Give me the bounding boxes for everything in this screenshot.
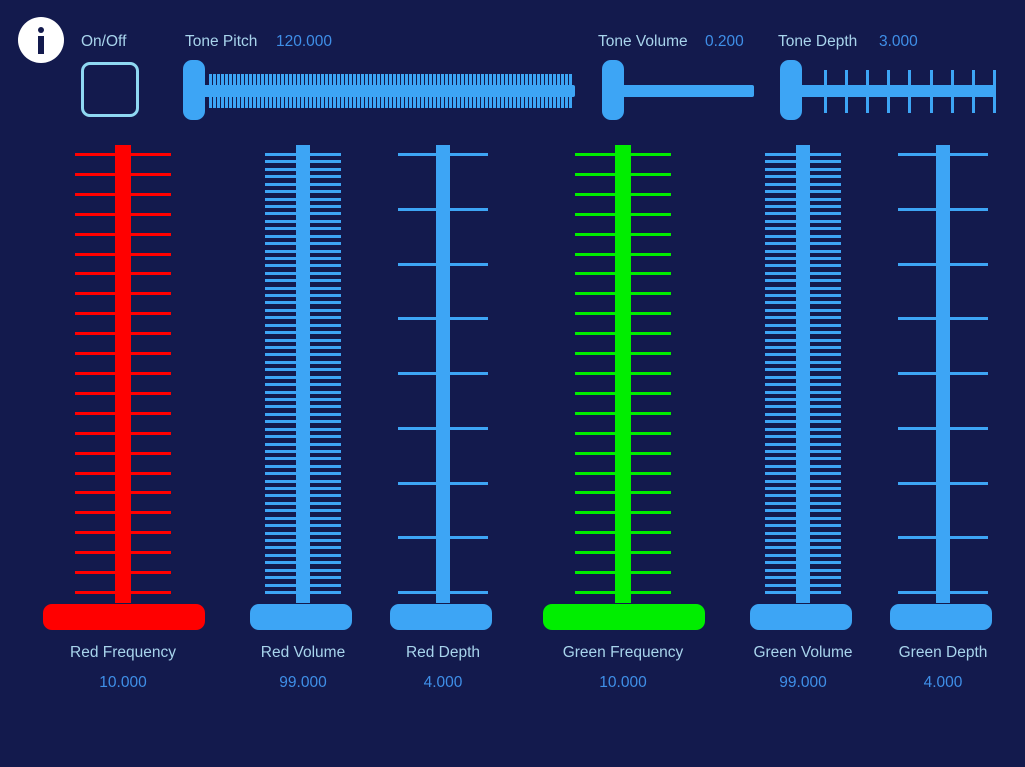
red-depth-value: 4.000 — [423, 674, 463, 691]
tone-depth-label: Tone Depth — [778, 33, 858, 50]
slider-green-volume[interactable]: Green Volume 99.000 — [723, 145, 883, 705]
red-frequency-thumb[interactable] — [43, 604, 205, 630]
slider-red-frequency[interactable]: Red Frequency 10.000 — [43, 145, 205, 705]
tone-volume-value: 0.200 — [705, 33, 744, 50]
green-depth-thumb[interactable] — [890, 604, 992, 630]
green-volume-thumb[interactable] — [750, 604, 852, 630]
green-depth-label: Green Depth — [898, 644, 988, 661]
tone-volume-slider[interactable] — [602, 60, 754, 120]
tone-pitch-slider[interactable] — [183, 60, 575, 120]
red-frequency-value: 10.000 — [99, 674, 147, 691]
tone-depth-slider[interactable] — [780, 60, 996, 120]
green-depth-track[interactable] — [936, 145, 950, 603]
slider-red-depth[interactable]: Red Depth 4.000 — [363, 145, 523, 705]
tone-pitch-track[interactable] — [183, 85, 575, 97]
tone-pitch-thumb[interactable] — [183, 60, 205, 120]
onoff-checkbox[interactable] — [81, 62, 139, 117]
tone-pitch-label: Tone Pitch — [185, 33, 258, 50]
green-frequency-track[interactable] — [615, 145, 631, 603]
tone-depth-thumb[interactable] — [780, 60, 802, 120]
control-panel: On/Off Tone Pitch 120.000 Tone Volume 0.… — [0, 0, 1025, 767]
tone-volume-label: Tone Volume — [598, 33, 688, 50]
tone-volume-thumb[interactable] — [602, 60, 624, 120]
red-volume-value: 99.000 — [279, 674, 327, 691]
info-icon-dot — [38, 27, 44, 33]
tone-depth-value: 3.000 — [879, 33, 918, 50]
red-depth-label: Red Depth — [405, 644, 481, 661]
green-depth-value: 4.000 — [923, 674, 963, 691]
green-volume-label: Green Volume — [753, 644, 853, 661]
slider-green-frequency[interactable]: Green Frequency 10.000 — [543, 145, 705, 705]
red-frequency-track[interactable] — [115, 145, 131, 603]
tone-volume-track[interactable] — [602, 85, 754, 97]
info-icon[interactable] — [18, 17, 64, 63]
green-frequency-thumb[interactable] — [543, 604, 705, 630]
slider-red-volume[interactable]: Red Volume 99.000 — [223, 145, 383, 705]
green-volume-track[interactable] — [796, 145, 810, 603]
red-frequency-label: Red Frequency — [70, 644, 176, 661]
onoff-label: On/Off — [81, 33, 127, 50]
red-depth-track[interactable] — [436, 145, 450, 603]
green-frequency-label: Green Frequency — [562, 644, 684, 661]
red-depth-thumb[interactable] — [390, 604, 492, 630]
tone-pitch-value: 120.000 — [276, 33, 333, 50]
green-frequency-value: 10.000 — [599, 674, 647, 691]
tone-depth-track[interactable] — [780, 85, 996, 97]
slider-green-depth[interactable]: Green Depth 4.000 — [863, 145, 1023, 705]
green-volume-value: 99.000 — [779, 674, 827, 691]
red-volume-thumb[interactable] — [250, 604, 352, 630]
red-volume-label: Red Volume — [260, 644, 346, 661]
red-volume-track[interactable] — [296, 145, 310, 603]
info-icon-stem — [38, 36, 44, 54]
